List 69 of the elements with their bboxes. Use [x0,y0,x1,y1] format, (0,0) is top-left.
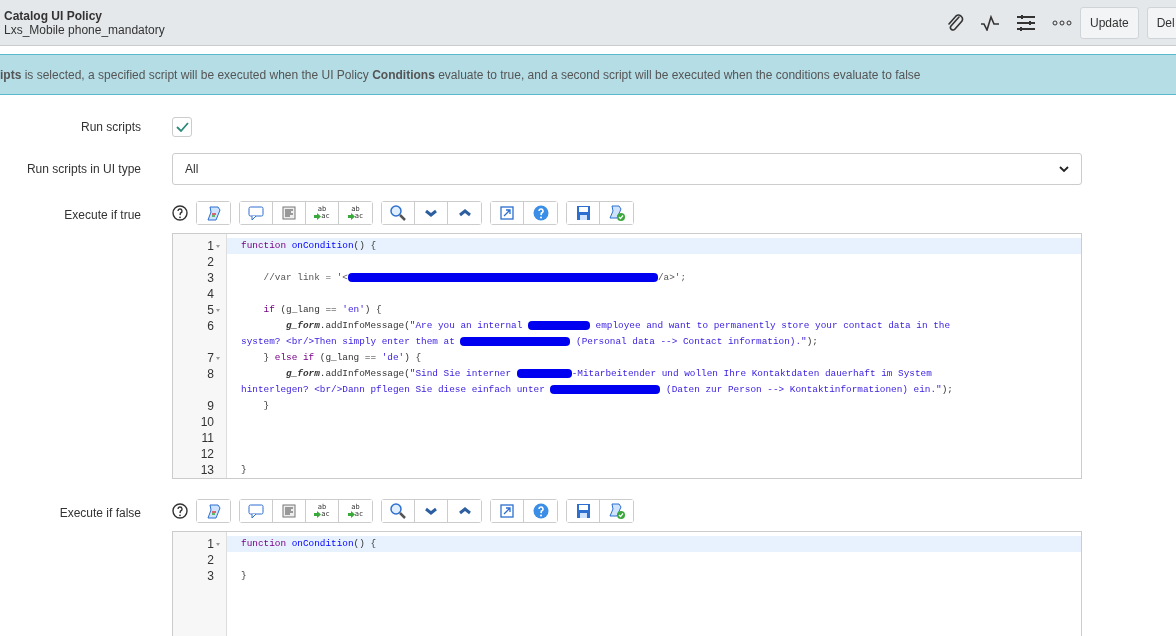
info-message: ipts is selected, a specified script will be executed when the UI Policy Conditions evaluate to true, and a second script will be executed when the conditions evaluate to false [0,66,921,84]
fold-icon[interactable] [216,542,220,546]
code-line: } [262,399,271,413]
code-editor[interactable]: 1 2 3 function onCondition() { } [172,531,1082,636]
form-title: Catalog UI Policy [4,8,104,23]
more-icon[interactable] [1052,18,1072,27]
line-number: 5 [207,302,214,318]
fold-icon[interactable] [216,244,220,248]
line-number: 8 [207,366,214,382]
line-number: 1 [207,238,214,254]
checkbox[interactable] [172,117,192,137]
line-number: 2 [207,254,214,270]
help-icon[interactable] [172,503,188,519]
code-line: if (g_lang == 'en') { [262,303,383,317]
redaction-mark [516,369,572,378]
line-number: 3 [207,568,214,584]
paperclip-icon[interactable] [946,12,964,33]
text-lines-icon[interactable] [280,502,298,520]
redaction-mark [527,321,590,330]
code-line: g_form.addInfoMessage("Sind Sie interner -Mitarbeitender und wollen Ihre Kontaktdaten dauerhaft im System hinterlegen? <br/>Dann pflegen Sie diese einfach unter (Daten zur Person --> Kontaktinformationen) ein."); [240,367,954,397]
script-icon[interactable] [204,502,223,520]
fold-icon[interactable] [216,356,220,360]
line-number: 2 [207,552,214,568]
code-line: //var link = '< /a>'; [262,271,688,285]
comment-icon[interactable] [247,502,265,520]
script-icon[interactable] [204,204,223,222]
line-number: 3 [207,270,214,286]
record-name: Lxs_Mobile phone_mandatory [4,22,166,37]
comment-icon[interactable] [247,204,265,222]
check-icon [175,122,189,132]
activity-icon[interactable] [980,14,1000,31]
line-number: 6 [207,318,214,334]
arrow-icon [314,510,322,518]
help-icon[interactable] [172,205,188,221]
arrow-icon [314,212,322,220]
select-field[interactable]: All [172,153,1082,185]
text-lines-icon[interactable] [280,204,298,222]
field-label: Execute if false [58,505,141,522]
search-icon[interactable] [389,502,407,520]
header-button[interactable]: Update [1080,6,1139,39]
script-check-icon[interactable] [607,204,626,222]
arrow-icon [347,510,355,518]
search-icon[interactable] [389,204,407,222]
settings-sliders-icon[interactable] [1016,13,1036,32]
save-icon[interactable] [574,204,592,222]
expand-icon[interactable] [498,204,516,222]
code-line: } [240,569,248,583]
field-label: Run scripts in UI type [25,161,141,178]
fold-icon[interactable] [216,308,220,312]
code-line: } else if (g_lang == 'de') { [262,351,423,365]
expand-icon[interactable] [498,502,516,520]
line-number: 1 [207,536,214,552]
line-number: 13 [200,462,214,478]
field-label: Execute if true [63,207,141,224]
line-number: 7 [207,350,214,366]
field-label: Run scripts [79,119,141,136]
script-check-icon[interactable] [607,502,626,520]
line-number: 12 [200,446,214,462]
code-line: } [240,463,248,477]
code-editor[interactable] [172,233,1082,479]
chevron-down-icon [1059,165,1069,173]
line-number: 10 [200,414,214,430]
arrow-icon [347,212,355,220]
line-number: 9 [207,398,214,414]
save-icon[interactable] [574,502,592,520]
header-button[interactable]: Del [1146,6,1176,39]
line-number: 4 [207,286,214,302]
code-line: g_form.addInfoMessage("Are you an internal employee and want to permanently store your contact data in the system? <br/>Then simply enter them at (Personal data --> Contact information)."); [240,319,952,349]
line-number: 11 [201,430,214,446]
